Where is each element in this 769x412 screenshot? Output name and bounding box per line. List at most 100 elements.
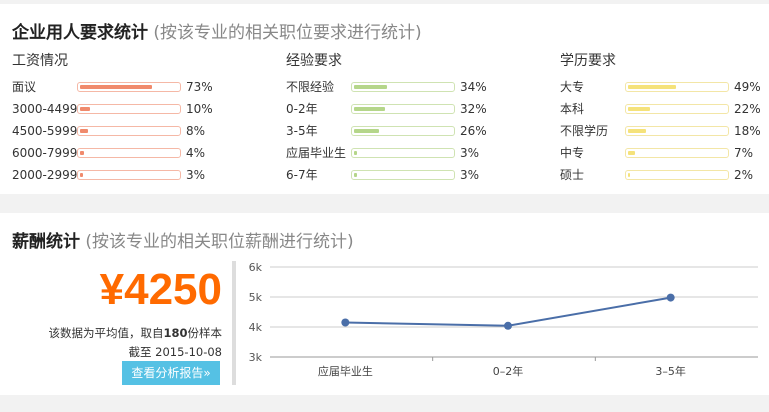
progress-bar [351,170,455,180]
x-tick-label: 应届毕业生 [318,364,373,378]
view-report-button[interactable]: 查看分析报告» [122,361,220,385]
progress-bar [77,126,181,136]
stat-row: 大专 49% [560,80,769,94]
stat-label: 6000-7999 [12,146,78,160]
column-title: 经验要求 [286,53,342,69]
stat-percent: 8% [186,124,206,138]
stat-row: 应届毕业生 3% [286,146,536,160]
stat-percent: 34% [460,80,487,94]
stat-label: 不限经验 [286,80,335,94]
requirements-panel: 企业用人要求统计 (按该专业的相关职位要求进行统计) 工资情况面议 73% 3000… [0,4,769,194]
data-point[interactable] [666,293,675,302]
stat-label: 不限学历 [560,124,609,138]
stat-label: 硕士 [560,168,585,182]
progress-bar [351,104,455,114]
stat-row: 不限经验 34% [286,80,536,94]
data-point[interactable] [341,318,350,327]
progress-bar [625,126,729,136]
stat-percent: 7% [734,146,754,160]
stat-row: 3-5年 26% [286,124,536,138]
stat-row: 2000-2999 3% [12,168,262,182]
y-tick-label: 3k [249,351,263,364]
stat-percent: 32% [460,102,487,116]
y-tick-label: 6k [249,261,263,274]
stat-row: 不限学历 18% [560,124,769,138]
progress-bar [625,148,729,158]
stat-label: 大专 [560,80,585,94]
stat-row: 面议 73% [12,80,262,94]
progress-fill [354,107,385,111]
stat-label: 本科 [560,102,585,116]
progress-fill [80,107,90,111]
progress-bar [625,104,729,114]
progress-bar [351,148,455,158]
progress-fill [354,85,387,89]
stat-label: 4500-5999 [12,124,78,138]
y-tick-label: 4k [249,321,263,334]
requirements-title: 企业用人要求统计 (按该专业的相关职位要求进行统计) [12,18,422,43]
requirement-column-1: 经验要求不限经验 34% 0-2年 32% 3-5年 26% 应届毕业生 3% 6-7年 3% [286,52,536,192]
progress-fill [80,173,83,177]
stat-row: 6000-7999 4% [12,146,262,160]
progress-fill [354,151,357,155]
progress-bar [351,82,455,92]
stat-label: 0-2年 [286,102,318,116]
progress-bar [77,148,181,158]
requirement-column-0: 工资情况面议 73% 3000-4499 10% 4500-5999 8% 6000-799… [12,52,262,192]
progress-bar [625,170,729,180]
requirements-title-main: 企业用人要求统计 [12,23,148,43]
requirements-title-sub: (按该专业的相关职位要求进行统计) [153,23,422,43]
stat-row: 3000-4499 10% [12,102,262,116]
progress-bar [77,82,181,92]
stat-percent: 4% [186,146,206,160]
stat-percent: 3% [460,168,480,182]
progress-fill [628,107,650,111]
sample-count: 180 [163,326,188,340]
stat-row: 本科 22% [560,102,769,116]
salary-series-line [345,296,671,327]
progress-fill [628,85,676,89]
progress-fill [354,173,357,177]
stat-percent: 18% [734,124,761,138]
progress-fill [354,129,379,133]
y-tick-label: 5k [249,291,263,304]
stat-percent: 49% [734,80,761,94]
stat-label: 应届毕业生 [286,146,347,160]
salary-panel: 薪酬统计 (按该专业的相关职位薪酬进行统计) ¥4250 该数据为平均值，取自1… [0,213,769,395]
requirement-column-2: 学历要求大专 49% 本科 22% 不限学历 18% 中专 7% 硕士 2% [560,52,769,192]
salary-title-sub: (按该专业的相关职位薪酬进行统计) [85,232,354,252]
salary-title-main: 薪酬统计 [12,232,80,252]
average-salary: ¥4250 [99,265,222,314]
progress-fill [80,85,152,89]
sample-note-prefix: 该数据为平均值，取自 [48,326,164,340]
stat-percent: 73% [186,80,213,94]
stat-percent: 2% [734,168,754,182]
stat-row: 4500-5999 8% [12,124,262,138]
sample-note-suffix: 份样本 [187,326,223,340]
stat-label: 2000-2999 [12,168,78,182]
stat-percent: 10% [186,102,213,116]
date-note: 截至 2015-10-08 [128,345,223,359]
stat-label: 6-7年 [286,168,318,182]
data-point[interactable] [504,321,512,330]
stat-label: 3-5年 [286,124,318,138]
progress-bar [351,126,455,136]
progress-fill [628,173,630,177]
progress-bar [625,82,729,92]
stat-label: 3000-4499 [12,102,78,116]
stat-percent: 26% [460,124,487,138]
stat-row: 硕士 2% [560,168,769,182]
stat-percent: 3% [186,168,206,182]
stat-row: 中专 7% [560,146,769,160]
stat-row: 6-7年 3% [286,168,536,182]
column-title: 学历要求 [560,53,616,69]
progress-bar [77,170,181,180]
salary-line-chart: 6k 5k 4k 3k 应届毕业生 0–2年 3–5年 [249,261,758,378]
stat-label: 面议 [12,80,37,94]
progress-bar [77,104,181,114]
stat-percent: 3% [460,146,480,160]
column-title: 工资情况 [12,53,68,69]
sample-note: 该数据为平均值，取自180份样本 [0,325,222,341]
progress-fill [80,151,84,155]
stat-label: 中专 [560,146,585,160]
